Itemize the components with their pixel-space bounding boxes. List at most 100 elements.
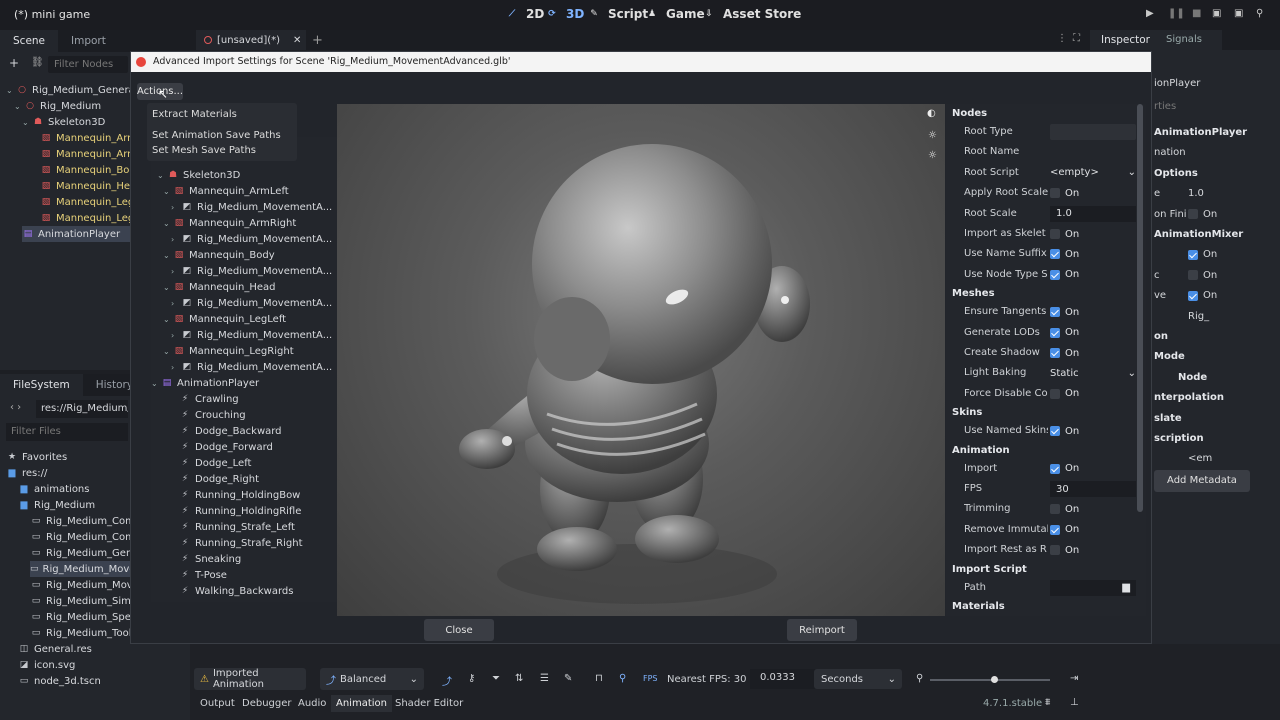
expand-arrow-icon[interactable]: › bbox=[171, 267, 181, 276]
3d-preview-viewport[interactable]: ◐ ☼ ☼ bbox=[337, 104, 945, 616]
prop-value[interactable]: On bbox=[1050, 325, 1079, 341]
file-item[interactable]: ◪ icon.svg bbox=[18, 657, 76, 673]
inspector-section[interactable]: slate bbox=[1154, 413, 1182, 424]
file-item[interactable]: ▭ node_3d.tscn bbox=[18, 673, 101, 689]
scene-node[interactable]: ▧ Mannequin_Arm bbox=[30, 130, 137, 146]
import-tree-item[interactable]: ⚡ Crawling bbox=[169, 391, 239, 407]
import-tree-item[interactable]: › ◩ Rig_Medium_MovementA... bbox=[171, 359, 332, 375]
file-item[interactable]: ▭ Rig_Medium_Coml bbox=[30, 529, 138, 545]
sort-icon[interactable]: ⇅ bbox=[515, 673, 523, 684]
section-materials[interactable]: Materials bbox=[952, 601, 1005, 612]
scene-node[interactable]: ▧ Mannequin_Arm bbox=[30, 146, 137, 162]
scene-node[interactable]: ▧ Mannequin_Head bbox=[30, 178, 143, 194]
movie-icon[interactable]: ⚲ bbox=[1256, 8, 1263, 19]
close-dot-icon[interactable] bbox=[136, 57, 146, 67]
wrench-icon[interactable]: ✎ bbox=[564, 673, 572, 684]
inspector-section[interactable]: Mode bbox=[1154, 351, 1185, 362]
file-item[interactable]: ▆ Rig_Medium bbox=[18, 497, 96, 513]
checkbox[interactable] bbox=[1050, 388, 1060, 399]
file-item[interactable]: ▭ Rig_Medium_Gene bbox=[30, 545, 139, 561]
scene-tab[interactable]: [unsaved](*) ✕ bbox=[196, 30, 306, 50]
scene-node[interactable]: ⌄ ○ Rig_Medium_General bbox=[6, 82, 137, 98]
import-tree-item[interactable]: ⌄ ▧ Mannequin_ArmLeft bbox=[163, 183, 289, 199]
workspace-script[interactable]: ✎ Script bbox=[588, 7, 648, 21]
pause-icon[interactable]: ❚❚ bbox=[1168, 8, 1185, 19]
import-tree-item[interactable]: ⚡ T-Pose bbox=[169, 567, 227, 583]
filter-nodes-input[interactable]: Filter Nodes bbox=[48, 56, 128, 73]
checkbox[interactable] bbox=[1188, 249, 1198, 260]
checkbox[interactable] bbox=[1050, 269, 1060, 280]
prop-value[interactable]: <empty> ⌄ bbox=[1050, 165, 1136, 181]
fold-arrow-icon[interactable]: ⌄ bbox=[14, 102, 24, 111]
prop-value[interactable]: On bbox=[1050, 423, 1079, 439]
workspace-3d[interactable]: ⟳ 3D bbox=[546, 7, 584, 21]
import-tree-item[interactable]: › ◩ Rig_Medium_MovementA... bbox=[171, 199, 332, 215]
checkbox[interactable] bbox=[1050, 463, 1060, 474]
zoom-slider-handle[interactable] bbox=[991, 676, 998, 683]
key-icon[interactable]: ⚷ bbox=[468, 673, 475, 684]
bottom-tab-output[interactable]: Output bbox=[200, 698, 235, 709]
imported-animation-dropdown[interactable]: ⚠ Imported Animation bbox=[194, 668, 306, 690]
prop-value[interactable]: On bbox=[1050, 542, 1079, 558]
scene-node[interactable]: ⌄ ○ Rig_Medium bbox=[14, 98, 101, 114]
workspace-game[interactable]: ♟ Game bbox=[646, 7, 705, 21]
checkbox[interactable] bbox=[1050, 504, 1060, 515]
import-tree-item[interactable]: › ◩ Rig_Medium_MovementA... bbox=[171, 327, 332, 343]
play-icon[interactable]: ▶ bbox=[1146, 8, 1154, 19]
import-tree-item[interactable]: ⚡ Running_HoldingBow bbox=[169, 487, 301, 503]
import-tree-item[interactable]: ⚡ Dodge_Backward bbox=[169, 423, 282, 439]
file-item[interactable]: ▭ Rig_Medium_Simu bbox=[30, 593, 138, 609]
file-item[interactable]: ◫ General.res bbox=[18, 641, 92, 657]
scene-node[interactable]: ▧ Mannequin_Leg bbox=[30, 210, 135, 226]
bezier-icon[interactable]: ⤴ bbox=[442, 673, 452, 688]
prop-value[interactable]: On bbox=[1050, 304, 1079, 320]
prop-value[interactable]: On bbox=[1050, 267, 1079, 283]
import-tree-item[interactable]: ⌄ ☗ Skeleton3D bbox=[157, 167, 240, 183]
scene-node[interactable]: ▤ AnimationPlayer bbox=[22, 226, 144, 242]
filter-files-input[interactable]: Filter Files bbox=[6, 423, 128, 441]
props-scrollbar[interactable] bbox=[1137, 104, 1143, 512]
prop-value[interactable] bbox=[1050, 124, 1136, 140]
inspector-prop-value[interactable]: 1.0 bbox=[1188, 188, 1204, 199]
list-icon[interactable]: ☰ bbox=[540, 673, 549, 684]
fold-arrow-icon[interactable]: ⌄ bbox=[6, 86, 16, 95]
prop-value[interactable]: On bbox=[1050, 522, 1079, 538]
file-item[interactable]: ▭ Rig_Medium_Spec bbox=[30, 609, 137, 625]
bottom-tab-shader-editor[interactable]: Shader Editor bbox=[395, 698, 463, 709]
tab-scene[interactable]: Scene bbox=[0, 30, 59, 52]
add-node-icon[interactable]: + bbox=[9, 56, 19, 70]
import-tree-item[interactable]: ⚡ Running_Strafe_Right bbox=[169, 535, 303, 551]
checkbox[interactable] bbox=[1050, 307, 1060, 318]
fold-arrow-icon[interactable]: ⌄ bbox=[163, 283, 173, 292]
prop-value[interactable]: On bbox=[1050, 185, 1079, 201]
expand-arrow-icon[interactable]: › bbox=[171, 363, 181, 372]
unit-dropdown[interactable]: Seconds ⌄ bbox=[814, 669, 902, 689]
add-tab-icon[interactable]: + bbox=[312, 33, 323, 48]
stop-icon[interactable]: ■ bbox=[1192, 8, 1201, 19]
fold-arrow-icon[interactable]: ⌄ bbox=[163, 219, 173, 228]
import-tree-item[interactable]: ⚡ Walking_Backwards bbox=[169, 583, 294, 599]
blend-mode-dropdown[interactable]: ⤴ Balanced ⌄ bbox=[320, 668, 424, 690]
file-item[interactable]: ▭ Rig_Medium_Tools bbox=[30, 625, 137, 641]
filter-properties-input[interactable]: rties bbox=[1154, 101, 1176, 112]
section-import-script[interactable]: Import Script bbox=[952, 564, 1027, 575]
checkbox[interactable] bbox=[1050, 545, 1060, 556]
checkbox[interactable] bbox=[1188, 209, 1198, 220]
file-item[interactable]: ▭ Rig_Medium_Move bbox=[30, 561, 135, 577]
bottom-tab-audio[interactable]: Audio bbox=[298, 698, 326, 709]
file-item[interactable]: ▆ animations bbox=[18, 481, 90, 497]
inspector-prop-value[interactable]: On bbox=[1188, 249, 1217, 260]
import-tree-item[interactable]: ⌄ ▤ AnimationPlayer bbox=[151, 375, 259, 391]
prop-value[interactable]: ▆ bbox=[1050, 579, 1136, 596]
expand-arrow-icon[interactable]: › bbox=[171, 331, 181, 340]
fold-arrow-icon[interactable]: ⌄ bbox=[163, 315, 173, 324]
inspector-section[interactable]: nterpolation bbox=[1154, 392, 1224, 403]
import-tree-item[interactable]: ⌄ ▧ Mannequin_LegLeft bbox=[163, 311, 286, 327]
fold-arrow-icon[interactable]: ⌄ bbox=[163, 187, 173, 196]
checkbox[interactable] bbox=[1050, 327, 1060, 338]
inspector-prop-value[interactable]: <em bbox=[1188, 453, 1212, 464]
menu-icon[interactable]: ⋮ bbox=[1057, 33, 1067, 44]
import-tree-item[interactable]: ⌄ ▧ Mannequin_ArmRight bbox=[163, 215, 296, 231]
import-tree-item[interactable]: ⚡ Running_Strafe_Left bbox=[169, 519, 295, 535]
checkbox[interactable] bbox=[1050, 188, 1060, 199]
